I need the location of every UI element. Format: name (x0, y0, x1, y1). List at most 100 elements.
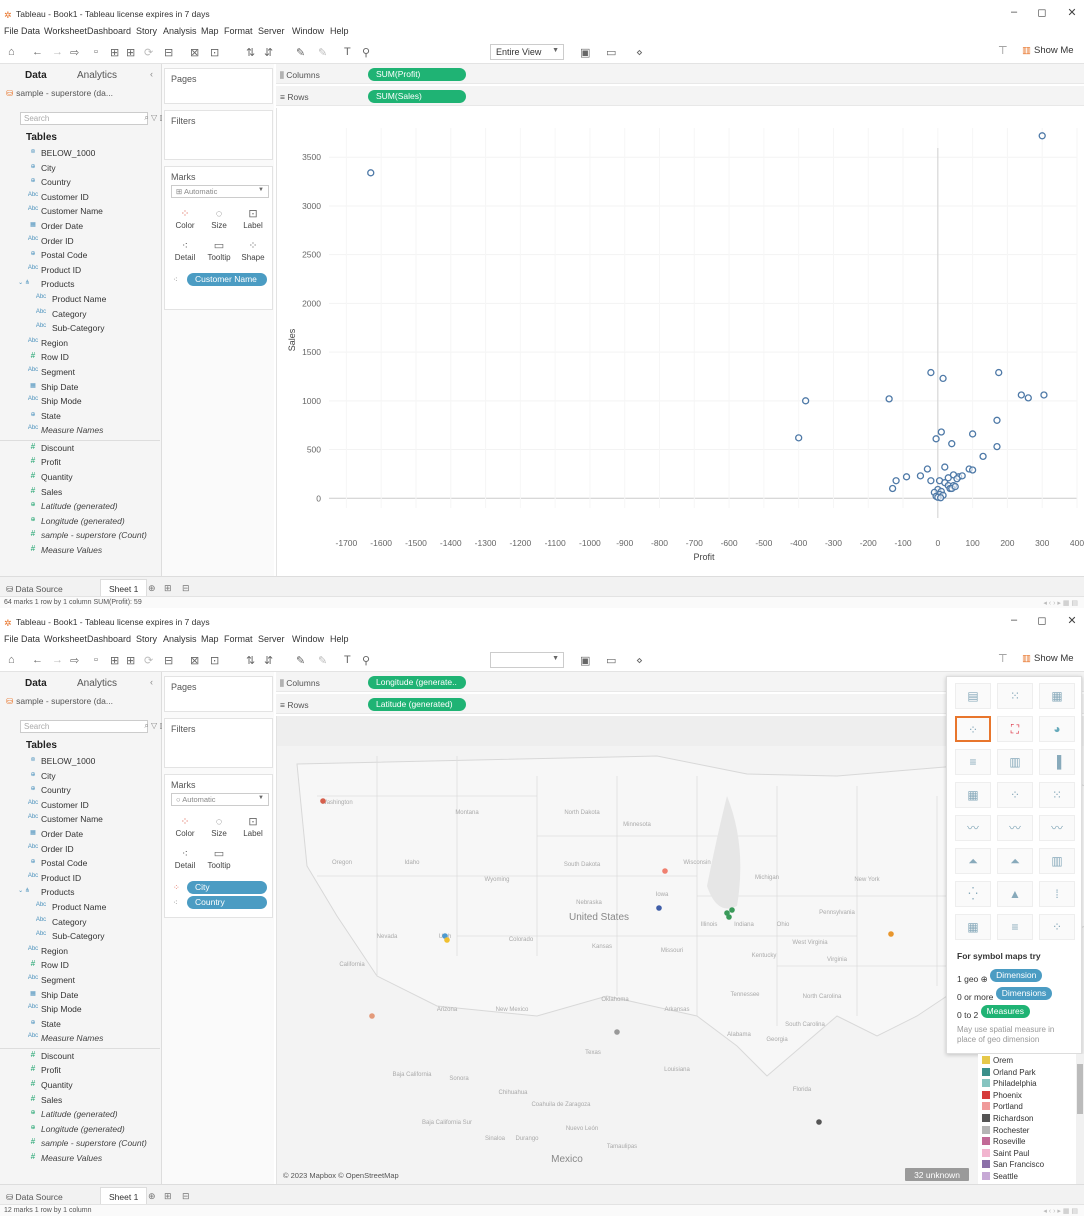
field-country[interactable]: ⊕ Country (0, 176, 160, 191)
close-icon[interactable]: ✕ (1064, 614, 1080, 627)
field-product-name[interactable]: Abc Product Name (0, 901, 160, 916)
menu-analysis[interactable]: Analysis (163, 634, 197, 644)
fit-dropdown[interactable]: ▼ (490, 652, 564, 668)
share-icon[interactable]: ⋄ (636, 46, 643, 59)
field-segment[interactable]: Abc Segment (0, 974, 160, 989)
legend-item[interactable]: San Francisco (982, 1160, 1044, 1171)
field-order-date[interactable]: ▦ Order Date (0, 828, 160, 843)
show-me-chart-option[interactable]: ⁙ (997, 683, 1033, 709)
city-map-point[interactable] (444, 937, 450, 943)
menu-window[interactable]: Window (292, 26, 324, 36)
datasource-item[interactable]: ⛁ sample - superstore (da... (6, 696, 113, 707)
field-ship-date[interactable]: ▦ Ship Date (0, 989, 160, 1004)
field-city[interactable]: ⊕ City (0, 162, 160, 177)
field-quantity[interactable]: # Quantity (0, 1079, 160, 1094)
field-latitude-generated-[interactable]: ⊕ Latitude (generated) (0, 1108, 160, 1123)
show-me-chart-option[interactable]: ⁘ (997, 782, 1033, 808)
sort-asc-icon[interactable]: ⇅ (246, 654, 255, 667)
field-sample-superstore-count-[interactable]: # sample - superstore (Count) (0, 529, 160, 544)
detail-button[interactable]: ⁖ Detail (169, 239, 201, 265)
clear-sheet-icon[interactable]: ⊠ (190, 654, 199, 667)
field-measure-names[interactable]: Abc Measure Names (0, 1032, 160, 1047)
connect-icon[interactable]: ⇨ (70, 46, 79, 59)
data-source-tab[interactable]: ⛁ Data Source (6, 1192, 63, 1203)
field-category[interactable]: Abc Category (0, 308, 160, 323)
field-latitude-generated-[interactable]: ⊕ Latitude (generated) (0, 500, 160, 515)
menu-dashboard[interactable]: Dashboard (87, 634, 131, 644)
pages-card[interactable]: Pages (164, 676, 273, 712)
forward-icon[interactable]: → (52, 46, 63, 58)
marks-pill-customer-name[interactable]: Customer Name (187, 273, 267, 286)
field-state[interactable]: ⊕ State (0, 410, 160, 425)
datasource-item[interactable]: ⛁ sample - superstore (da... (6, 88, 113, 99)
back-icon[interactable]: ← (32, 654, 43, 666)
tab-analytics[interactable]: Analytics (77, 678, 117, 689)
field-sample-superstore-count-[interactable]: # sample - superstore (Count) (0, 1137, 160, 1152)
show-me-chart-option[interactable]: ⛶ (997, 716, 1033, 742)
pin-icon[interactable]: ⚲ (362, 46, 370, 59)
clear-pin-icon[interactable]: ⚲ (362, 654, 370, 667)
menu-worksheet[interactable]: Worksheet (44, 634, 87, 644)
menu-format[interactable]: Format (224, 634, 253, 644)
show-me-chart-option[interactable]: ▤ (955, 683, 991, 709)
city-map-point[interactable] (614, 1029, 620, 1035)
legend-scrollbar[interactable] (1076, 1054, 1084, 1184)
show-me-chart-option[interactable]: ⁘ (1039, 914, 1075, 940)
menu-dashboard[interactable]: Dashboard (87, 26, 131, 36)
swap-icon[interactable]: ⊡ (210, 46, 219, 59)
show-me-chart-option[interactable]: ⏶ (955, 848, 991, 874)
field-order-id[interactable]: Abc Order ID (0, 235, 160, 250)
menu-help[interactable]: Help (330, 634, 349, 644)
field-profit[interactable]: # Profit (0, 1064, 160, 1079)
close-icon[interactable]: ✕ (1064, 6, 1080, 19)
field-measure-names[interactable]: Abc Measure Names (0, 424, 160, 439)
menu-file[interactable]: File (4, 26, 19, 36)
minimize-icon[interactable]: – (1006, 6, 1022, 18)
device-icon[interactable]: ▭ (606, 654, 616, 667)
show-me-chart-option[interactable]: ▦ (955, 782, 991, 808)
legend-item[interactable]: Richardson (982, 1114, 1033, 1125)
filters-card[interactable]: Filters (164, 718, 273, 768)
menu-map[interactable]: Map (201, 634, 219, 644)
field-below-1000[interactable]: ⊚ BELOW_1000 (0, 147, 160, 162)
share-icon[interactable]: ⋄ (636, 654, 643, 667)
rows-pill-sales[interactable]: SUM(Sales) (368, 90, 466, 103)
color-button[interactable]: ⁘ Color (169, 815, 201, 841)
size-button[interactable]: ◌ Size (203, 207, 235, 233)
shape-button[interactable]: ⁘ Shape (237, 239, 269, 265)
sheet-tab[interactable]: Sheet 1 (100, 579, 148, 597)
city-map-point[interactable] (320, 798, 326, 804)
show-me-chart-option[interactable]: ⏶ (997, 848, 1033, 874)
detail-button[interactable]: ⁖ Detail (169, 847, 201, 873)
tooltip-button[interactable]: ▭ Tooltip (203, 239, 235, 265)
city-map-point[interactable] (888, 931, 894, 937)
show-me-chart-option[interactable]: ◕ (1039, 716, 1075, 742)
menu-story[interactable]: Story (136, 26, 157, 36)
city-map-point[interactable] (662, 868, 668, 874)
field-category[interactable]: Abc Category (0, 916, 160, 931)
menu-help[interactable]: Help (330, 26, 349, 36)
field-measure-values[interactable]: # Measure Values (0, 1152, 160, 1167)
sheet-nav-icons[interactable]: ◂ ‹ › ▸ ▦ ▤ (1043, 599, 1078, 607)
field-products[interactable]: ⌄ ⋔ Products (0, 886, 160, 901)
refresh-icon[interactable]: ⟳ (144, 654, 153, 667)
new-datasource-icon[interactable]: ⊞ (110, 46, 119, 59)
tab-data[interactable]: Data (25, 678, 47, 689)
show-me-chart-option[interactable]: ▦ (1039, 683, 1075, 709)
field-postal-code[interactable]: ⊕ Postal Code (0, 857, 160, 872)
minimize-icon[interactable]: – (1006, 614, 1022, 626)
present-icon[interactable]: ▣ (580, 654, 590, 667)
rows-pill-latitude[interactable]: Latitude (generated) (368, 698, 466, 711)
show-me-chart-option[interactable]: ▥ (997, 749, 1033, 775)
collapse-icon[interactable]: ‹ (150, 69, 153, 79)
rows-shelf[interactable]: ≡ Rows SUM(Sales) (276, 86, 1084, 106)
city-map-point[interactable] (816, 1119, 822, 1125)
filter-cards-icon[interactable]: ⊤ (998, 652, 1008, 665)
field-longitude-generated-[interactable]: ⊕ Longitude (generated) (0, 1123, 160, 1138)
labels-icon[interactable]: T (344, 654, 351, 666)
highlight-icon[interactable]: ✎ (296, 654, 305, 667)
show-me-chart-option[interactable]: ▦ (955, 914, 991, 940)
device-icon[interactable]: ▭ (606, 46, 616, 59)
menu-map[interactable]: Map (201, 26, 219, 36)
filter-cards-icon[interactable]: ⊤ (998, 44, 1008, 57)
